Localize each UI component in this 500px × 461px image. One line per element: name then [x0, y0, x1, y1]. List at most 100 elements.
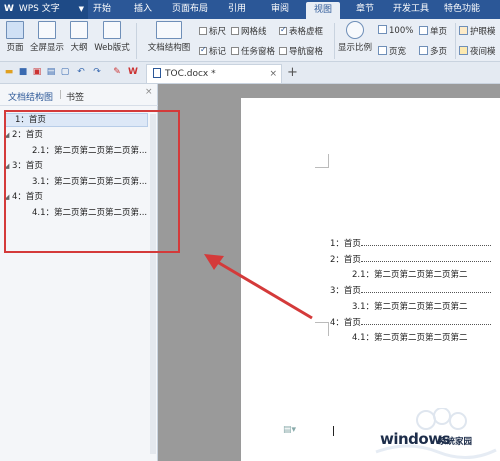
eye-protect-label: 护眼模: [470, 27, 496, 37]
highlight-box-annotation: [4, 110, 180, 253]
fullscreen-label: 全屏显示: [29, 43, 64, 53]
toc-entry[interactable]: 2.1：第二页第二页第二页第二: [352, 268, 468, 280]
nav-pane-label: 文档结构图: [147, 43, 191, 53]
tab-view[interactable]: 视图: [306, 2, 341, 19]
ribbon-divider: [455, 23, 456, 59]
page-width-button[interactable]: 页宽: [378, 45, 406, 57]
arrow-head: [204, 254, 224, 270]
watermark-logo: windows 系统家园: [368, 408, 500, 461]
toc-entry-text: 2：首页: [330, 255, 361, 265]
app-menu-button[interactable]: W WPS 文字 ▼: [0, 0, 88, 19]
multi-page-button[interactable]: 多页: [419, 45, 447, 57]
page-view-label: 页面: [6, 43, 24, 53]
night-mode-label: 夜间模: [470, 47, 496, 57]
print-icon[interactable]: ▤: [46, 67, 56, 77]
checkbox-icon: [279, 47, 287, 55]
ribbon-divider: [136, 23, 137, 59]
nav-pane-button[interactable]: 文档结构图: [142, 21, 196, 53]
arrow-shaft: [213, 258, 313, 320]
toc-entry-text: 1：首页: [330, 239, 361, 249]
nav-pane-checkbox[interactable]: 导航窗格: [279, 45, 323, 57]
page-view-icon: [6, 21, 24, 39]
paste-options-icon[interactable]: ▤▾: [283, 425, 296, 435]
undo-icon[interactable]: ↶: [76, 67, 86, 77]
red-arrow-annotation: [204, 254, 313, 320]
toc-entry[interactable]: 3：首页: [330, 284, 491, 296]
ruler-label: 标尺: [209, 27, 227, 37]
checkbox-checked-icon: [279, 25, 287, 35]
zoom-label: 显示比例: [338, 43, 373, 53]
outline-icon: [70, 21, 88, 39]
toc-entry[interactable]: 3.1：第二页第二页第二页第二: [352, 300, 468, 312]
gridlines-checkbox[interactable]: 网格线: [231, 25, 267, 37]
title-tab-bar: W WPS 文字 ▼ 开始 插入 页面布局 引用 审阅 视图 章节 开发工具 特…: [0, 0, 500, 19]
format-painter-icon[interactable]: ✎: [112, 67, 122, 77]
text-cursor: [333, 426, 334, 436]
tab-insert[interactable]: 插入: [134, 0, 152, 19]
header-divider: |: [59, 90, 63, 100]
page-width-icon: [378, 46, 387, 55]
table-gridlines-checkbox[interactable]: 表格虚框: [279, 25, 323, 37]
web-layout-icon: [103, 21, 121, 39]
multi-page-icon: [419, 46, 428, 55]
table-gridlines-label: 表格虚框: [289, 27, 324, 37]
document-tab-title: TOC.docx *: [165, 69, 216, 79]
task-pane-checkbox[interactable]: 任务窗格: [231, 45, 275, 57]
toc-leader-dots: [360, 255, 491, 262]
fullscreen-button[interactable]: 全屏显示: [29, 21, 65, 53]
wps-logo-icon[interactable]: W: [128, 67, 138, 77]
single-page-button[interactable]: 单页: [419, 25, 447, 37]
tab-special-features[interactable]: 特色功能: [444, 0, 480, 19]
marks-label: 标记: [209, 47, 227, 57]
tab-developer[interactable]: 开发工具: [393, 0, 429, 19]
app-logo: W: [4, 4, 14, 14]
fullscreen-icon: [38, 21, 56, 39]
toc-entry-text: 4.1：第二页第二页第二页第二: [352, 333, 468, 343]
zoom-100-label: 100%: [389, 26, 414, 36]
toc-entry[interactable]: 4：首页: [330, 316, 491, 328]
checkbox-icon: [231, 27, 239, 35]
gridlines-label: 网格线: [241, 27, 267, 37]
document-tab[interactable]: TOC.docx * ×: [146, 64, 282, 83]
web-layout-button[interactable]: Web版式: [93, 21, 131, 53]
ribbon-divider: [334, 23, 335, 59]
checkbox-checked-icon: [199, 45, 207, 55]
tab-bookmarks[interactable]: 书签: [66, 90, 84, 103]
outline-label: 大纲: [70, 43, 88, 53]
ruler-checkbox[interactable]: 标尺: [199, 25, 226, 37]
new-tab-icon[interactable]: +: [287, 65, 298, 80]
zoom-100-icon: [378, 25, 387, 34]
eye-protect-button[interactable]: 护眼模: [459, 25, 500, 37]
zoom-button[interactable]: 显示比例: [338, 21, 372, 53]
print-preview-icon[interactable]: ▢: [60, 67, 70, 77]
toc-entry-text: 3.1：第二页第二页第二页第二: [352, 302, 468, 312]
open-folder-icon[interactable]: ▬: [4, 67, 14, 77]
close-icon[interactable]: ×: [269, 65, 277, 83]
export-pdf-icon[interactable]: ▣: [32, 67, 42, 77]
night-mode-button[interactable]: 夜间模: [459, 45, 500, 57]
tab-review[interactable]: 审阅: [271, 0, 289, 19]
tab-references[interactable]: 引用: [228, 0, 246, 19]
multi-page-label: 多页: [430, 47, 448, 57]
tab-sections[interactable]: 章节: [356, 0, 374, 19]
tab-document-structure[interactable]: 文档结构图: [8, 90, 53, 103]
toc-entry[interactable]: 2：首页: [330, 253, 491, 265]
page-view-button[interactable]: 页面: [4, 21, 26, 53]
toc-leader-dots: [360, 239, 491, 246]
moon-icon: [459, 46, 468, 55]
toc-entry[interactable]: 1：首页: [330, 237, 491, 249]
page-corner-mark: [315, 322, 329, 336]
outline-button[interactable]: 大纲: [68, 21, 90, 53]
tab-home[interactable]: 开始: [93, 0, 111, 19]
navigation-pane-header: 文档结构图 | 书签 ×: [0, 84, 158, 106]
save-icon[interactable]: ■: [18, 67, 28, 77]
toc-entry[interactable]: 4.1：第二页第二页第二页第二: [352, 331, 468, 343]
close-icon[interactable]: ×: [145, 87, 153, 97]
eye-protect-icon: [459, 26, 468, 35]
marks-checkbox[interactable]: 标记: [199, 45, 226, 57]
chevron-down-icon: ▼: [78, 5, 84, 13]
zoom-100-button[interactable]: 100%: [378, 25, 413, 36]
redo-icon[interactable]: ↷: [92, 67, 102, 77]
toc-entry-text: 4：首页: [330, 318, 361, 328]
tab-page-layout[interactable]: 页面布局: [172, 0, 208, 19]
